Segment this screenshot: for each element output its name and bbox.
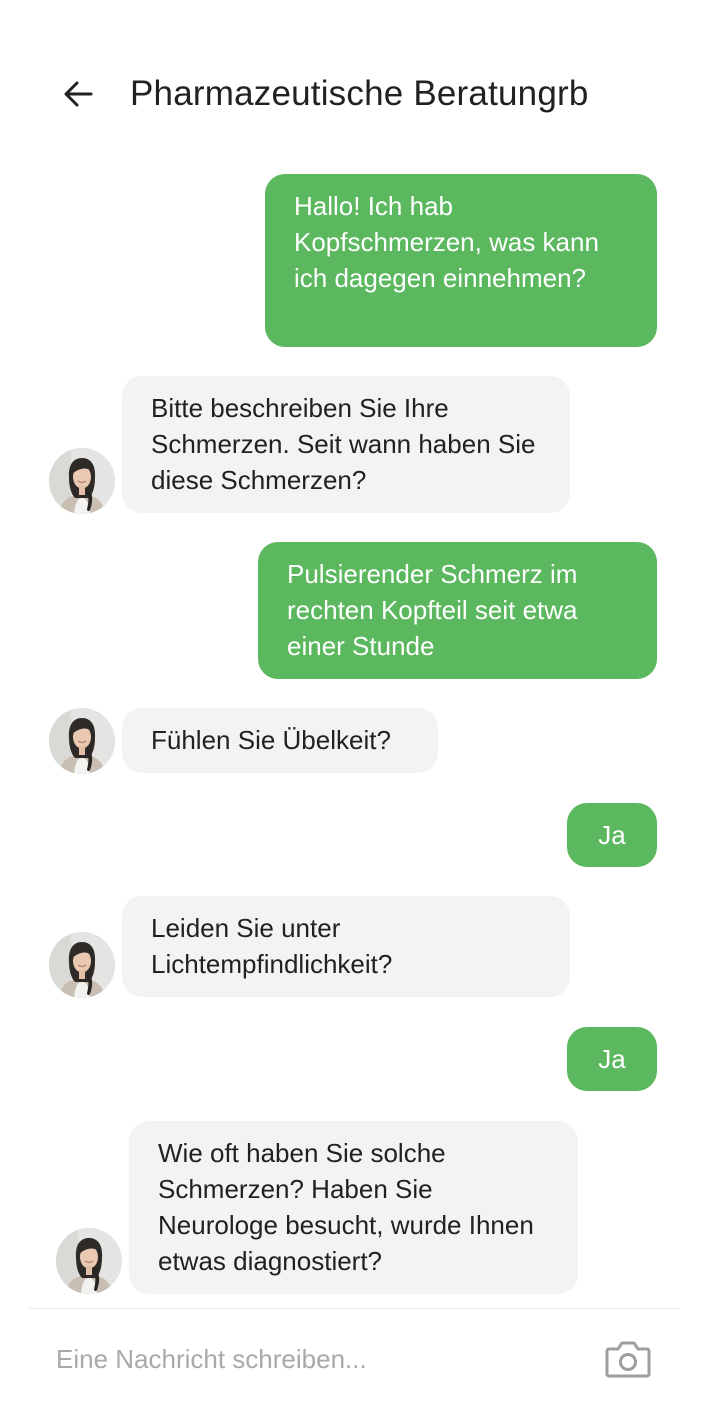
message-text: Hallo! Ich hab Kopfschmerzen, was kann i… [294,191,599,293]
avatar[interactable] [49,708,115,774]
header: Pharmazeutische Beratungrb [0,0,708,150]
message-bubble-outgoing[interactable]: Ja [567,1027,657,1091]
message-bubble-outgoing[interactable]: Ja [567,803,657,867]
chat-screen: Pharmazeutische Beratungrb Hallo! Ich ha… [0,0,708,1410]
page-title: Pharmazeutische Beratungrb [130,74,589,113]
message-text: Ja [598,820,626,850]
composer-divider [28,1308,680,1309]
camera-button[interactable] [604,1338,652,1380]
back-button[interactable] [56,72,100,116]
message-text: Bitte beschreiben Sie Ihre Schmerzen. Se… [151,393,536,495]
message-text: Pulsierender Schmerz im rechten Kopfteil… [287,559,578,661]
message-text: Leiden Sie unter Lichtempfindlichkeit? [151,913,393,979]
message-bubble-incoming[interactable]: Wie oft haben Sie solche Schmerzen? Habe… [129,1121,578,1294]
message-bubble-incoming[interactable]: Leiden Sie unter Lichtempfindlichkeit? [122,896,570,997]
arrow-left-icon [64,81,93,107]
message-text: Ja [598,1044,626,1074]
avatar[interactable] [49,448,115,514]
message-bubble-outgoing[interactable]: Pulsierender Schmerz im rechten Kopfteil… [258,542,657,679]
camera-icon [605,1341,651,1378]
message-text: Wie oft haben Sie solche Schmerzen? Habe… [158,1138,534,1276]
avatar[interactable] [49,932,115,998]
message-text: Fühlen Sie Übelkeit? [151,725,391,755]
message-bubble-incoming[interactable]: Bitte beschreiben Sie Ihre Schmerzen. Se… [122,376,570,513]
avatar[interactable] [56,1228,122,1294]
message-bubble-incoming[interactable]: Fühlen Sie Übelkeit? [122,708,438,773]
message-input[interactable] [56,1336,576,1382]
message-bubble-outgoing[interactable]: Hallo! Ich hab Kopfschmerzen, was kann i… [265,174,657,347]
